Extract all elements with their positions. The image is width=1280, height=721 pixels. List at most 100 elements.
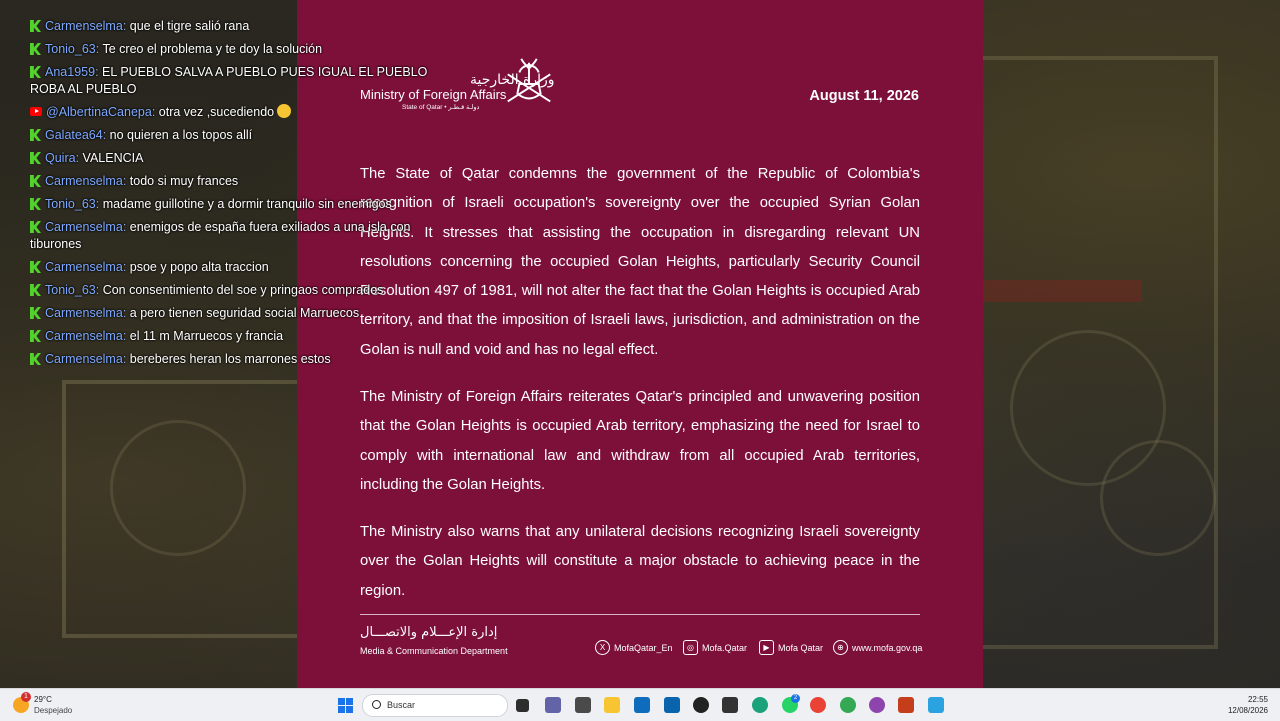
kick-icon bbox=[30, 175, 41, 187]
chat-message: Carmenselmatodo si muy frances bbox=[30, 173, 450, 190]
chat-message: Carmenselmabereberes heran los marrones … bbox=[30, 351, 450, 368]
chat-message: @AlbertinaCanepaotra vez ,sucediendo bbox=[30, 104, 450, 121]
statement-paragraph: The Ministry also warns that any unilate… bbox=[360, 524, 920, 599]
instagram-icon: ◎ bbox=[683, 640, 698, 655]
chat-username[interactable]: Carmenselma bbox=[45, 260, 130, 274]
chat-username[interactable]: @AlbertinaCanepa bbox=[46, 105, 159, 119]
chat-username[interactable]: Carmenselma bbox=[45, 220, 130, 234]
chat-text: psoe y popo alta traccion bbox=[129, 260, 269, 274]
chrome-icon[interactable] bbox=[840, 697, 856, 713]
kick-icon bbox=[30, 43, 41, 55]
notification-badge: 2 bbox=[791, 694, 800, 703]
chat-username[interactable]: Tonio_63 bbox=[45, 42, 102, 56]
chat-text: que el tigre salió rana bbox=[129, 19, 250, 33]
chat-text: todo si muy frances bbox=[129, 174, 239, 188]
chat-username[interactable]: Carmenselma bbox=[45, 329, 130, 343]
weather-condition: Despejado bbox=[34, 706, 73, 715]
chat-message: Carmenselmapsoe y popo alta traccion bbox=[30, 259, 450, 276]
social-label: Mofa.Qatar bbox=[702, 642, 748, 653]
system-clock[interactable]: 22:55 12/08/2026 bbox=[1228, 694, 1268, 716]
chat-username[interactable]: Carmenselma bbox=[45, 352, 130, 366]
chat-message: Carmenselmaa pero tienen seguridad socia… bbox=[30, 305, 450, 322]
clock-time: 22:55 bbox=[1247, 695, 1268, 704]
globe-icon: ⊕ bbox=[833, 640, 848, 655]
edge-icon[interactable] bbox=[752, 697, 768, 713]
chat-username[interactable]: Quira bbox=[45, 151, 83, 165]
background-ornament bbox=[110, 420, 246, 556]
background-flag-stripe bbox=[982, 280, 1142, 302]
search-icon bbox=[372, 700, 381, 709]
chat-username[interactable]: Carmenselma bbox=[45, 306, 130, 320]
kick-icon bbox=[30, 198, 41, 210]
telegram-icon[interactable] bbox=[928, 697, 944, 713]
x-icon: X bbox=[595, 640, 610, 655]
social-label: www.mofa.gov.qa bbox=[852, 642, 923, 653]
chat-username[interactable]: Tonio_63 bbox=[45, 197, 103, 211]
chat-text: otra vez ,sucediendo bbox=[158, 105, 275, 119]
chat-message: Tonio_63madame guillotine y a dormir tra… bbox=[30, 196, 450, 213]
youtube-icon bbox=[30, 107, 42, 116]
kick-icon bbox=[30, 261, 41, 273]
kick-icon bbox=[30, 129, 41, 141]
task-view-icon[interactable] bbox=[516, 699, 529, 712]
statement-paragraph: The Ministry of Foreign Affairs reiterat… bbox=[360, 389, 920, 493]
footer-divider bbox=[360, 614, 920, 615]
chat-text: el 11 m Marruecos y francia bbox=[129, 329, 284, 343]
social-instagram: ◎ Mofa.Qatar bbox=[683, 640, 747, 655]
chat-username[interactable]: Carmenselma bbox=[45, 19, 130, 33]
social-website: ⊕ www.mofa.gov.qa bbox=[833, 640, 922, 655]
windows-taskbar: 1 29°C Despejado Buscar 2 22:55 12/08/20… bbox=[0, 688, 1280, 721]
kick-icon bbox=[30, 20, 41, 32]
search-placeholder: Buscar bbox=[387, 700, 416, 710]
chat-username[interactable]: Tonio_63 bbox=[45, 283, 103, 297]
powerpoint-icon[interactable] bbox=[898, 697, 914, 713]
chat-message: Carmenselmael 11 m Marruecos y francia bbox=[30, 328, 450, 345]
kick-icon bbox=[30, 307, 41, 319]
app-icon[interactable] bbox=[869, 697, 885, 713]
kick-icon bbox=[30, 284, 41, 296]
chat-message: Galatea64no quieren a los topos allí bbox=[30, 127, 450, 144]
social-label: Mofa Qatar bbox=[778, 642, 824, 653]
background-ornament bbox=[1100, 440, 1216, 556]
chat-message: Tonio_63Con consentimiento del soe y pri… bbox=[30, 282, 450, 299]
chat-message: Tonio_63Te creo el problema y te doy la … bbox=[30, 41, 450, 58]
kick-icon bbox=[30, 353, 41, 365]
chat-text: Con consentimiento del soe y pringaos co… bbox=[102, 283, 384, 297]
department-name-english: Media & Communication Department bbox=[360, 646, 508, 656]
chat-username[interactable]: Galatea64 bbox=[45, 128, 110, 142]
stream-chat: Carmenselmaque el tigre salió rana Tonio… bbox=[30, 18, 450, 370]
kick-icon bbox=[30, 221, 41, 233]
kick-icon bbox=[30, 330, 41, 342]
file-explorer-icon[interactable] bbox=[604, 697, 620, 713]
chrome-icon[interactable] bbox=[810, 697, 826, 713]
outlook-icon[interactable] bbox=[664, 697, 680, 713]
chat-text: a pero tienen seguridad social Marruecos bbox=[129, 306, 360, 320]
kick-icon bbox=[30, 152, 41, 164]
app-icon[interactable] bbox=[722, 697, 738, 713]
chat-username[interactable]: Ana1959 bbox=[45, 65, 102, 79]
app-icon[interactable] bbox=[575, 697, 591, 713]
department-name-arabic: إدارة الإعـــلام والاتصـــال bbox=[360, 625, 498, 640]
kick-icon bbox=[30, 66, 41, 78]
chat-text: no quieren a los topos allí bbox=[109, 128, 253, 142]
social-label: MofaQatar_En bbox=[614, 642, 673, 653]
chat-message: Carmenselmaque el tigre salió rana bbox=[30, 18, 450, 35]
start-button[interactable] bbox=[338, 698, 353, 713]
social-youtube: ▶ Mofa Qatar bbox=[759, 640, 823, 655]
taskbar-search[interactable]: Buscar bbox=[362, 694, 508, 717]
teams-icon[interactable] bbox=[545, 697, 561, 713]
chat-message: Ana1959EL PUEBLO SALVA A PUEBLO PUES IGU… bbox=[30, 64, 450, 98]
social-x: X MofaQatar_En bbox=[595, 640, 673, 655]
emoji-icon bbox=[277, 104, 292, 118]
chat-username[interactable]: Carmenselma bbox=[45, 174, 130, 188]
app-icon[interactable] bbox=[693, 697, 709, 713]
weather-temperature: 29°C bbox=[34, 695, 52, 704]
chat-text: VALENCIA bbox=[82, 151, 144, 165]
youtube-icon: ▶ bbox=[759, 640, 774, 655]
store-icon[interactable] bbox=[634, 697, 650, 713]
notification-badge: 1 bbox=[21, 692, 31, 702]
chat-text: madame guillotine y a dormir tranquilo s… bbox=[102, 197, 392, 211]
statement-date: August 11, 2026 bbox=[809, 88, 919, 104]
qatar-emblem-icon bbox=[507, 58, 551, 103]
chat-message: QuiraVALENCIA bbox=[30, 150, 450, 167]
